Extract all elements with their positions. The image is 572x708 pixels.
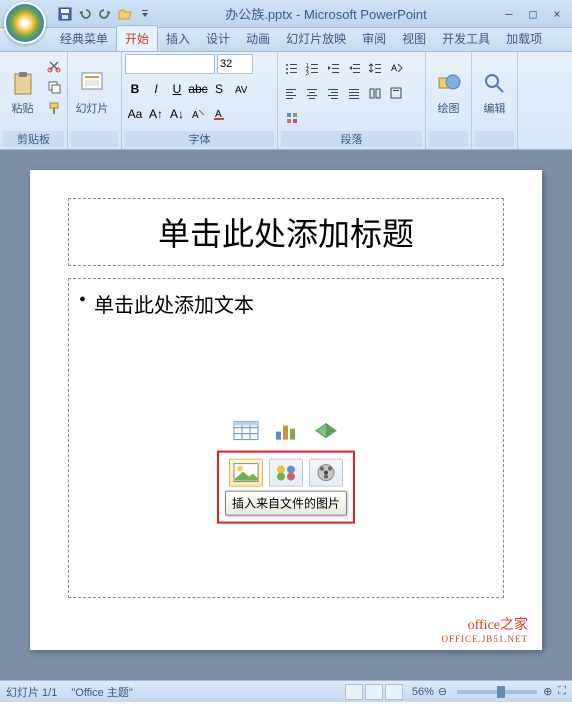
change-case-icon[interactable]: Aa: [125, 104, 145, 124]
drawing-button[interactable]: 绘图: [429, 54, 468, 131]
svg-text:AV: AV: [235, 85, 247, 96]
open-icon[interactable]: [116, 5, 134, 23]
columns-icon[interactable]: [365, 83, 385, 103]
clipboard-label: 剪贴板: [3, 131, 64, 147]
insert-chart-icon[interactable]: [269, 417, 303, 445]
ribbon-tabs: 经典菜单 开始 插入 设计 动画 幻灯片放映 审阅 视图 开发工具 加载项: [0, 28, 572, 52]
tab-developer[interactable]: 开发工具: [434, 26, 498, 51]
ribbon-group-editing: 编辑: [472, 52, 518, 149]
convert-smartart-icon[interactable]: [281, 108, 303, 128]
maximize-button[interactable]: □: [522, 5, 544, 23]
slide-workspace: 单击此处添加标题 单击此处添加文本 插入来自文件的图片: [0, 150, 572, 680]
fit-window-icon[interactable]: ⛶: [558, 685, 566, 698]
ribbon-group-slides: 幻灯片: [68, 52, 122, 149]
ribbon: 粘贴 剪贴板 幻灯片 B I: [0, 52, 572, 150]
close-button[interactable]: ×: [546, 5, 568, 23]
tab-addins[interactable]: 加载项: [498, 26, 550, 51]
font-name-combo[interactable]: [125, 54, 215, 74]
insert-picture-icon[interactable]: [229, 459, 263, 487]
minimize-button[interactable]: –: [498, 5, 520, 23]
watermark: office之家 OFFICE.JB51.NET: [441, 614, 528, 644]
shadow-icon[interactable]: S: [209, 79, 229, 99]
justify-icon[interactable]: [344, 83, 364, 103]
tab-insert[interactable]: 插入: [158, 26, 198, 51]
tab-review[interactable]: 审阅: [354, 26, 394, 51]
zoom-slider[interactable]: [457, 690, 537, 694]
tooltip: 插入来自文件的图片: [225, 491, 347, 516]
align-text-icon[interactable]: [386, 83, 406, 103]
slide-canvas[interactable]: 单击此处添加标题 单击此处添加文本 插入来自文件的图片: [30, 170, 542, 650]
quick-access-toolbar: [56, 5, 154, 23]
editing-button[interactable]: 编辑: [475, 54, 514, 131]
content-icon-grid: 插入来自文件的图片: [217, 417, 355, 524]
clear-format-icon[interactable]: A: [188, 104, 208, 124]
content-text: 单击此处添加文本: [79, 289, 493, 318]
svg-text:A: A: [192, 110, 199, 121]
align-right-icon[interactable]: [323, 83, 343, 103]
grow-font-icon[interactable]: A↑: [146, 104, 166, 124]
sorter-view-icon[interactable]: [365, 684, 383, 700]
svg-text:3: 3: [306, 71, 309, 75]
italic-icon[interactable]: I: [146, 79, 166, 99]
tab-slideshow[interactable]: 幻灯片放映: [278, 26, 354, 51]
font-size-combo[interactable]: [217, 54, 253, 74]
qat-dropdown-icon[interactable]: [136, 5, 154, 23]
strikethrough-icon[interactable]: abc: [188, 79, 208, 99]
line-spacing-icon[interactable]: [365, 58, 385, 78]
theme-name: "Office 主题": [71, 684, 132, 700]
tab-classic-menu[interactable]: 经典菜单: [52, 26, 116, 51]
highlight-box: 插入来自文件的图片: [217, 451, 355, 524]
content-placeholder[interactable]: 单击此处添加文本 插入来自文件的图片: [68, 278, 504, 598]
window-controls: – □ ×: [498, 5, 568, 23]
slideshow-view-icon[interactable]: [385, 684, 403, 700]
office-button[interactable]: [4, 2, 46, 44]
align-left-icon[interactable]: [281, 83, 301, 103]
underline-icon[interactable]: U: [167, 79, 187, 99]
tab-design[interactable]: 设计: [198, 26, 238, 51]
copy-icon[interactable]: [44, 77, 64, 97]
new-slide-button[interactable]: 幻灯片: [71, 54, 113, 131]
zoom-value: 56%: [412, 686, 434, 698]
ribbon-group-clipboard: 粘贴 剪贴板: [0, 52, 68, 149]
numbering-icon[interactable]: 123: [302, 58, 322, 78]
zoom-in-icon[interactable]: ⊕: [543, 685, 552, 698]
redo-icon[interactable]: [96, 5, 114, 23]
font-group-label: 字体: [125, 131, 274, 147]
insert-media-icon[interactable]: [309, 459, 343, 487]
format-painter-icon[interactable]: [44, 98, 64, 118]
tab-view[interactable]: 视图: [394, 26, 434, 51]
window-title: 办公族.pptx - Microsoft PowerPoint: [154, 4, 498, 23]
title-bar: 办公族.pptx - Microsoft PowerPoint – □ ×: [0, 0, 572, 28]
zoom-out-icon[interactable]: ⊖: [438, 685, 447, 698]
ribbon-group-paragraph: 123 A 段落: [278, 52, 426, 149]
ribbon-group-font: B I U abc S AV Aa A↑ A↓ A A 字体: [122, 52, 278, 149]
paragraph-group-label: 段落: [281, 131, 422, 147]
svg-text:A: A: [391, 63, 397, 73]
title-placeholder[interactable]: 单击此处添加标题: [68, 198, 504, 266]
text-direction-icon[interactable]: A: [386, 58, 406, 78]
cut-icon[interactable]: [44, 56, 64, 76]
paste-button[interactable]: 粘贴: [3, 54, 42, 131]
slide-counter: 幻灯片 1/1: [6, 684, 57, 700]
tab-animation[interactable]: 动画: [238, 26, 278, 51]
shrink-font-icon[interactable]: A↓: [167, 104, 187, 124]
insert-clipart-icon[interactable]: [269, 459, 303, 487]
save-icon[interactable]: [56, 5, 74, 23]
insert-smartart-icon[interactable]: [309, 417, 343, 445]
decrease-indent-icon[interactable]: [323, 58, 343, 78]
increase-indent-icon[interactable]: [344, 58, 364, 78]
insert-table-icon[interactable]: [229, 417, 263, 445]
bold-icon[interactable]: B: [125, 79, 145, 99]
ribbon-group-drawing: 绘图: [426, 52, 472, 149]
char-spacing-icon[interactable]: AV: [230, 79, 250, 99]
tab-home[interactable]: 开始: [116, 25, 158, 51]
font-color-icon[interactable]: A: [209, 104, 229, 124]
status-bar: 幻灯片 1/1 "Office 主题" 56% ⊖ ⊕ ⛶: [0, 680, 572, 702]
normal-view-icon[interactable]: [345, 684, 363, 700]
align-center-icon[interactable]: [302, 83, 322, 103]
undo-icon[interactable]: [76, 5, 94, 23]
bullets-icon[interactable]: [281, 58, 301, 78]
